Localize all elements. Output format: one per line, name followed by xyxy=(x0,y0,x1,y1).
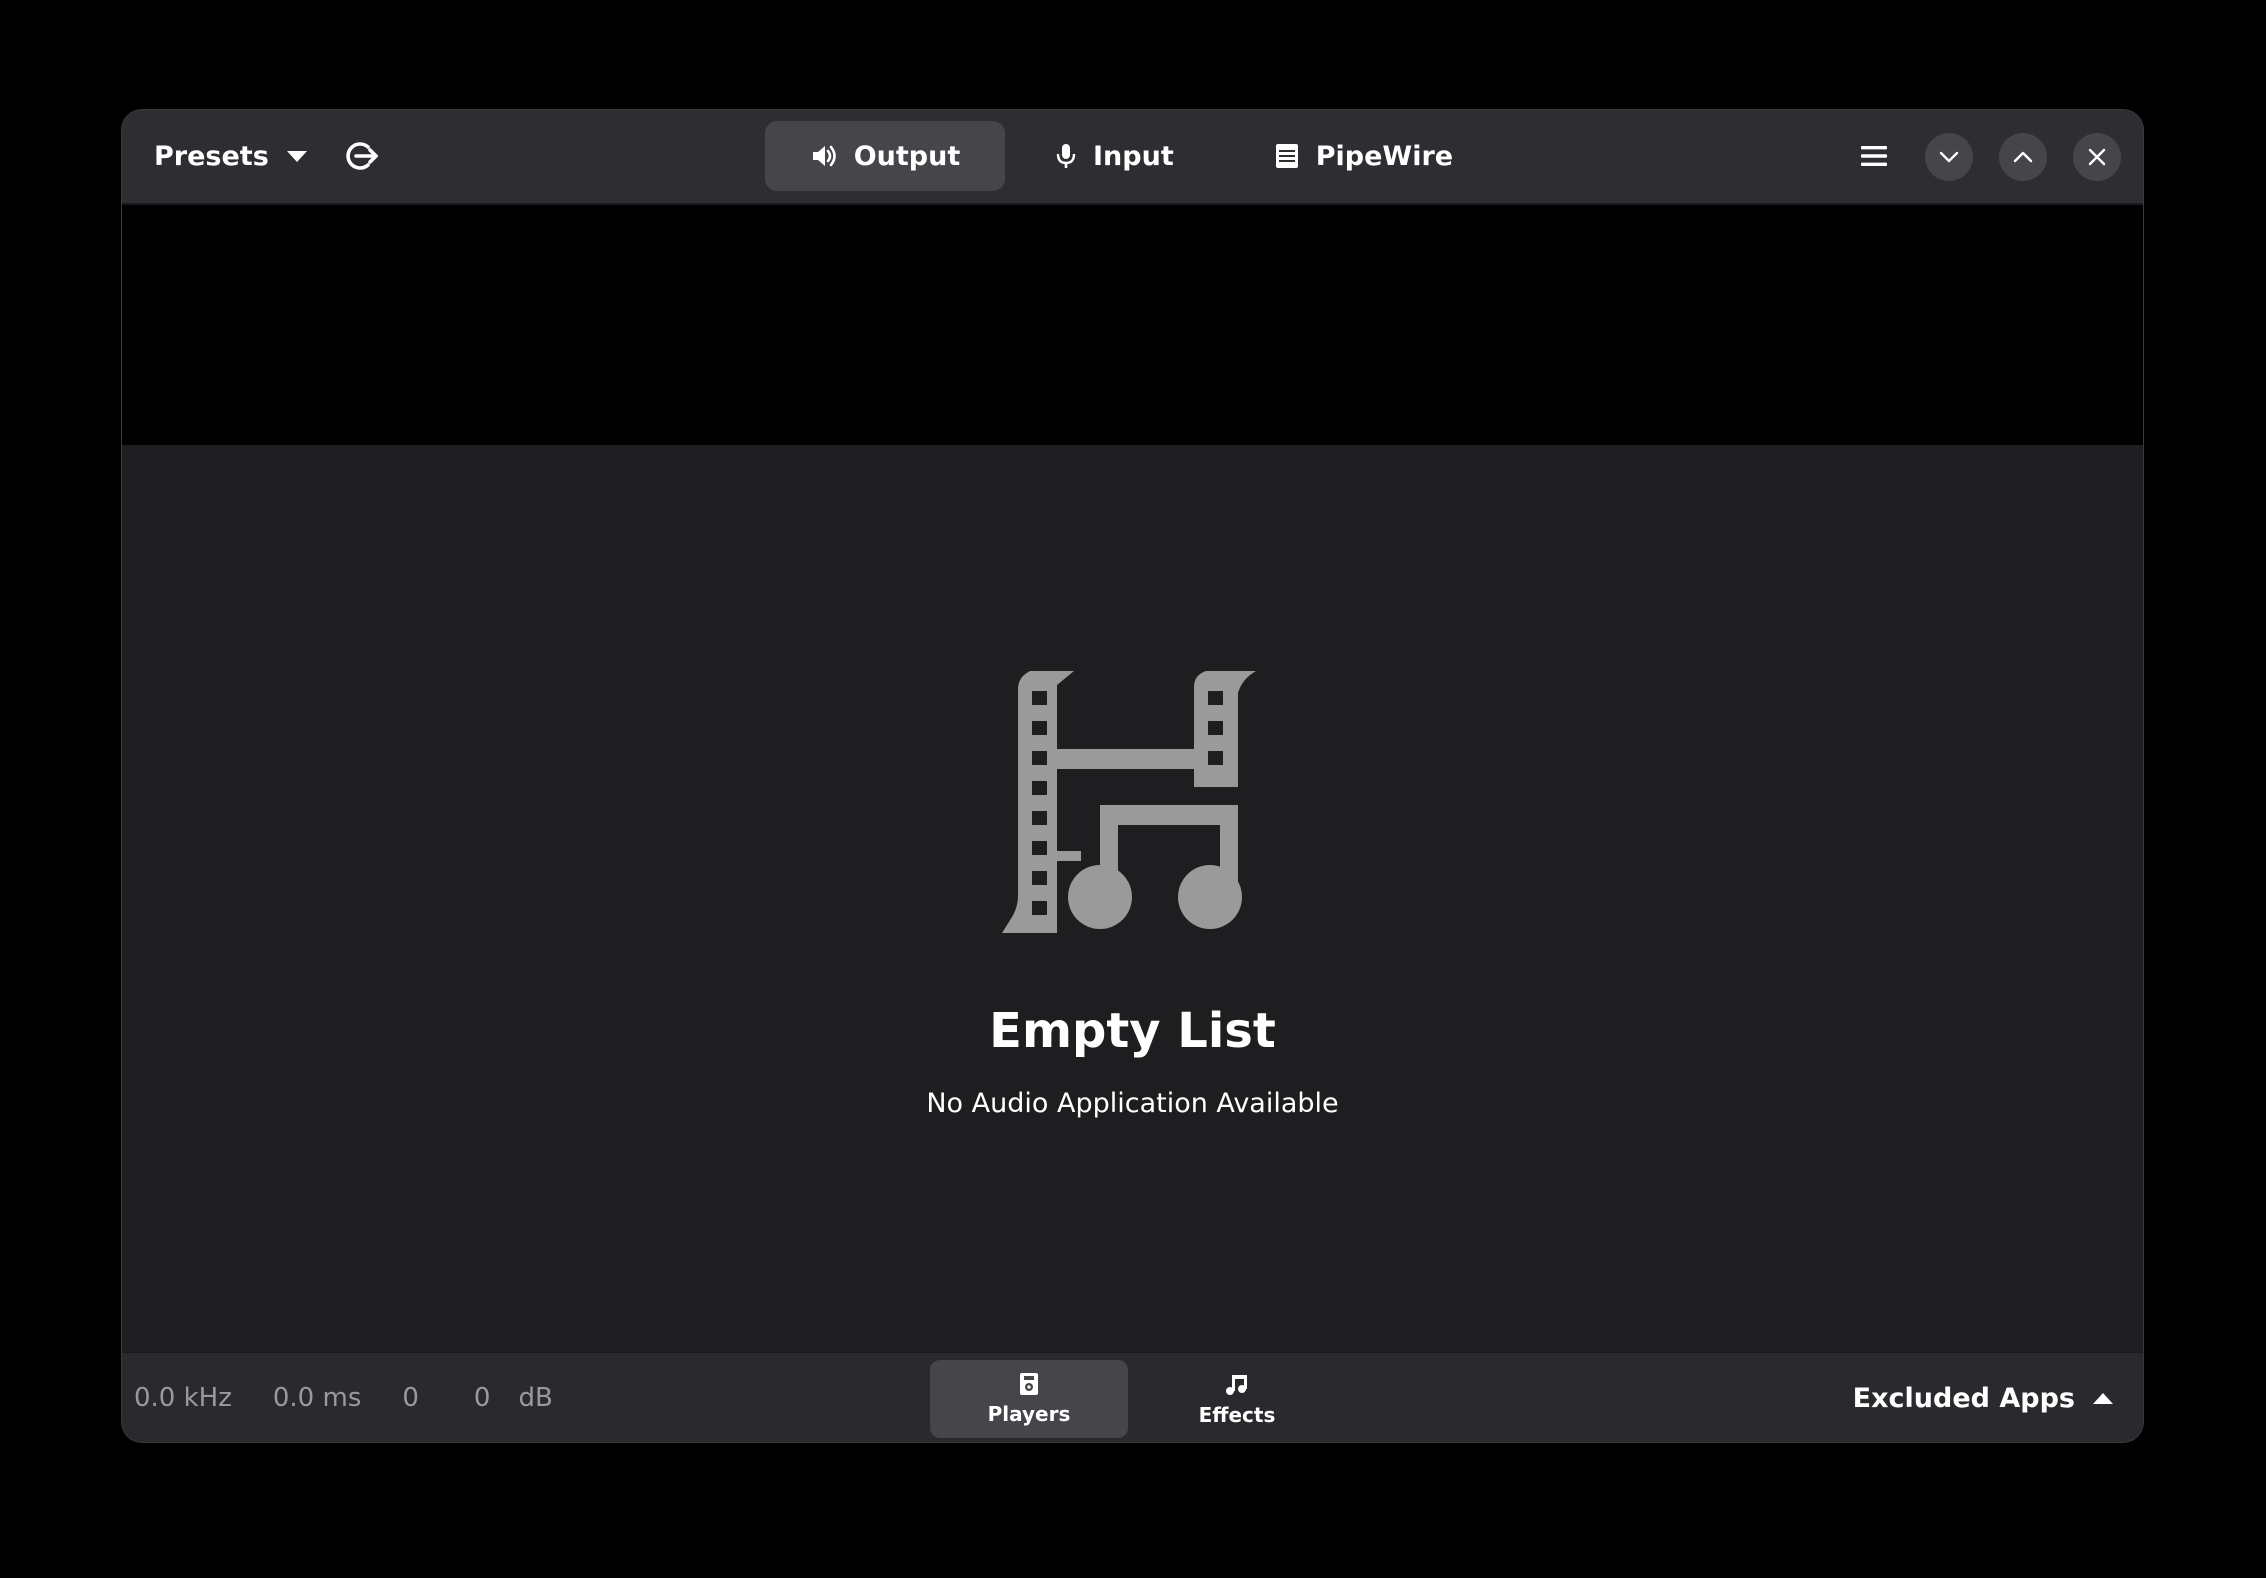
tab-effects-label: Effects xyxy=(1198,1403,1276,1427)
tab-output[interactable]: Output xyxy=(765,121,1005,191)
server-icon xyxy=(1274,142,1300,170)
tab-input[interactable]: Input xyxy=(1005,121,1224,191)
multimedia-icon xyxy=(1002,671,1256,933)
spectrum-area xyxy=(122,205,2143,445)
bottom-bar: 0.0 kHz 0.0 ms 0 0 dB Players Effects Ex… xyxy=(122,1352,2143,1442)
tab-players[interactable]: Players xyxy=(930,1360,1128,1438)
speaker-icon xyxy=(810,142,838,170)
level-right: 0 xyxy=(473,1383,491,1413)
music-note-icon xyxy=(1224,1371,1250,1397)
hamburger-icon xyxy=(1861,146,1887,166)
presets-label: Presets xyxy=(154,140,269,172)
chevron-up-icon xyxy=(2013,151,2033,163)
main-menu-button[interactable] xyxy=(1846,128,1902,184)
tab-effects[interactable]: Effects xyxy=(1138,1360,1336,1438)
view-switcher: Output Input PipeWire xyxy=(765,121,1503,191)
status-info: 0.0 kHz 0.0 ms 0 0 dB xyxy=(134,1353,594,1442)
tab-output-label: Output xyxy=(853,140,961,172)
pan-up-icon xyxy=(2093,1392,2113,1404)
latency: 0.0 ms xyxy=(272,1383,362,1413)
microphone-icon xyxy=(1055,142,1077,170)
excluded-apps-button[interactable]: Excluded Apps xyxy=(1853,1369,2113,1427)
media-player-icon xyxy=(1018,1372,1040,1396)
header-bar: Presets Output Input PipeWire xyxy=(122,110,2143,205)
empty-list-title: Empty List xyxy=(989,1003,1276,1059)
level-left: 0 xyxy=(402,1383,419,1413)
excluded-apps-label: Excluded Apps xyxy=(1852,1382,2075,1414)
bypass-icon xyxy=(346,142,378,170)
close-icon xyxy=(2088,148,2106,166)
sample-rate: 0.0 kHz xyxy=(134,1383,232,1413)
level-unit: dB xyxy=(518,1383,553,1413)
global-bypass-button[interactable] xyxy=(334,128,390,184)
bottom-view-switcher: Players Effects xyxy=(930,1360,1346,1438)
maximize-button[interactable] xyxy=(1999,133,2047,181)
presets-menu-button[interactable]: Presets xyxy=(138,128,323,184)
tab-players-label: Players xyxy=(987,1402,1071,1426)
tab-pipewire-label: PipeWire xyxy=(1315,140,1454,172)
tab-input-label: Input xyxy=(1093,140,1174,172)
players-status-page: Empty List No Audio Application Availabl… xyxy=(122,445,2143,1352)
minimize-button[interactable] xyxy=(1925,133,1973,181)
pan-down-icon xyxy=(286,150,307,162)
app-window: Presets Output Input PipeWire Empty List… xyxy=(122,110,2143,1442)
empty-list-description: No Audio Application Available xyxy=(926,1088,1339,1119)
tab-pipewire[interactable]: PipeWire xyxy=(1224,121,1503,191)
close-button[interactable] xyxy=(2073,133,2121,181)
chevron-down-icon xyxy=(1939,151,1959,163)
